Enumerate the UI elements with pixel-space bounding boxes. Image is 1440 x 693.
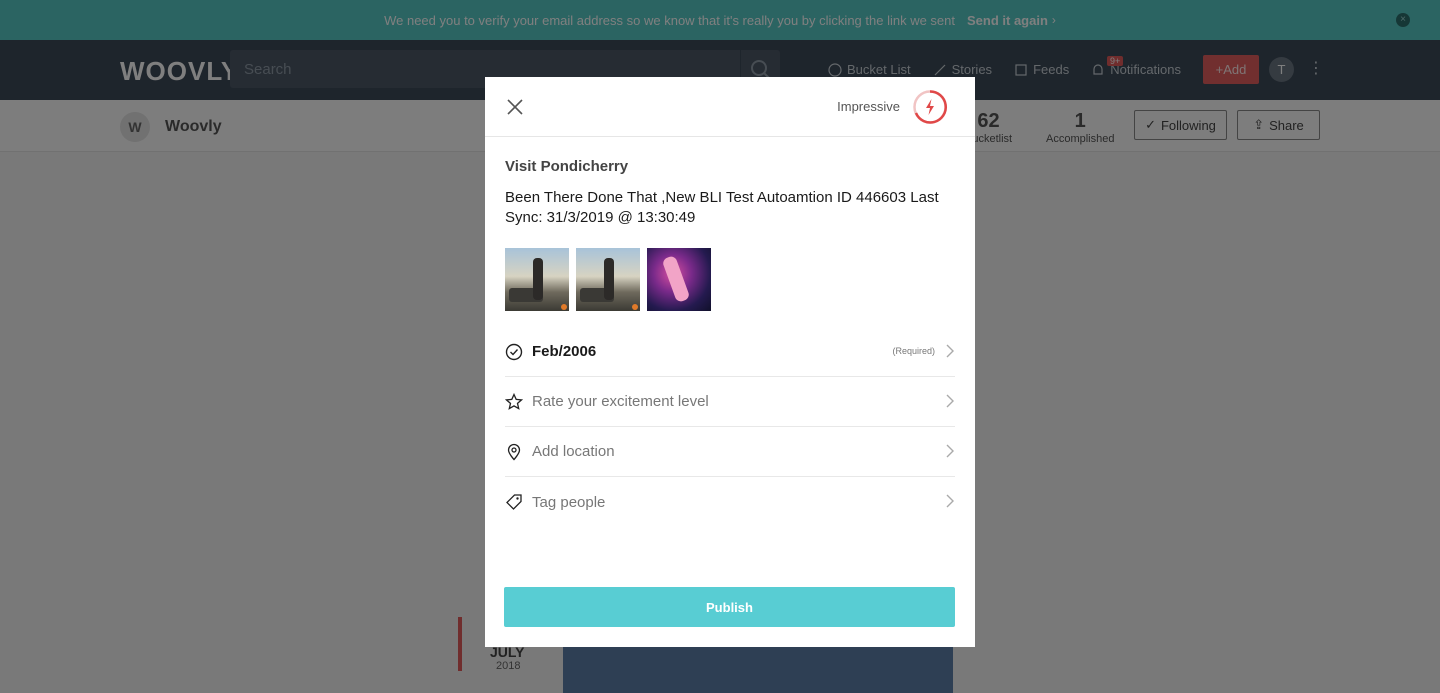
publish-modal: Impressive Visit Pondicherry Been There … [485, 77, 975, 647]
chevron-right-icon [946, 394, 954, 408]
check-circle-icon [505, 343, 523, 360]
tag-icon [506, 494, 522, 510]
publish-button[interactable]: Publish [504, 587, 955, 627]
star-icon [505, 392, 523, 410]
chevron-right-icon [946, 444, 954, 458]
location-label: Add location [532, 443, 615, 460]
photo-thumbnail[interactable] [576, 248, 640, 311]
excitement-row[interactable]: Rate your excitement level [505, 377, 955, 427]
bucket-item-title: Visit Pondicherry [505, 158, 629, 175]
story-options: Feb/2006 (Required) Rate your excitement… [505, 327, 955, 527]
date-value: Feb/2006 [532, 343, 597, 360]
chevron-right-icon [946, 494, 954, 508]
photo-thumbnail[interactable] [505, 248, 569, 311]
location-row[interactable]: Add location [505, 427, 955, 477]
modal-header: Impressive [485, 77, 975, 137]
chevron-right-icon [946, 344, 954, 358]
tag-people-label: Tag people [532, 493, 606, 511]
rating-label: Impressive [837, 99, 900, 114]
tag-people-row[interactable]: Tag people [505, 477, 955, 527]
excitement-label: Rate your excitement level [532, 393, 709, 410]
photo-thumbnail[interactable] [647, 248, 711, 311]
photo-thumbnails [505, 248, 711, 311]
close-icon[interactable] [505, 97, 525, 117]
location-pin-icon [507, 443, 521, 460]
date-row[interactable]: Feb/2006 (Required) [505, 327, 955, 377]
lightning-rating-icon[interactable] [912, 89, 948, 125]
story-description[interactable]: Been There Done That ,New BLI Test Autoa… [505, 188, 955, 228]
required-label: (Required) [892, 346, 935, 356]
